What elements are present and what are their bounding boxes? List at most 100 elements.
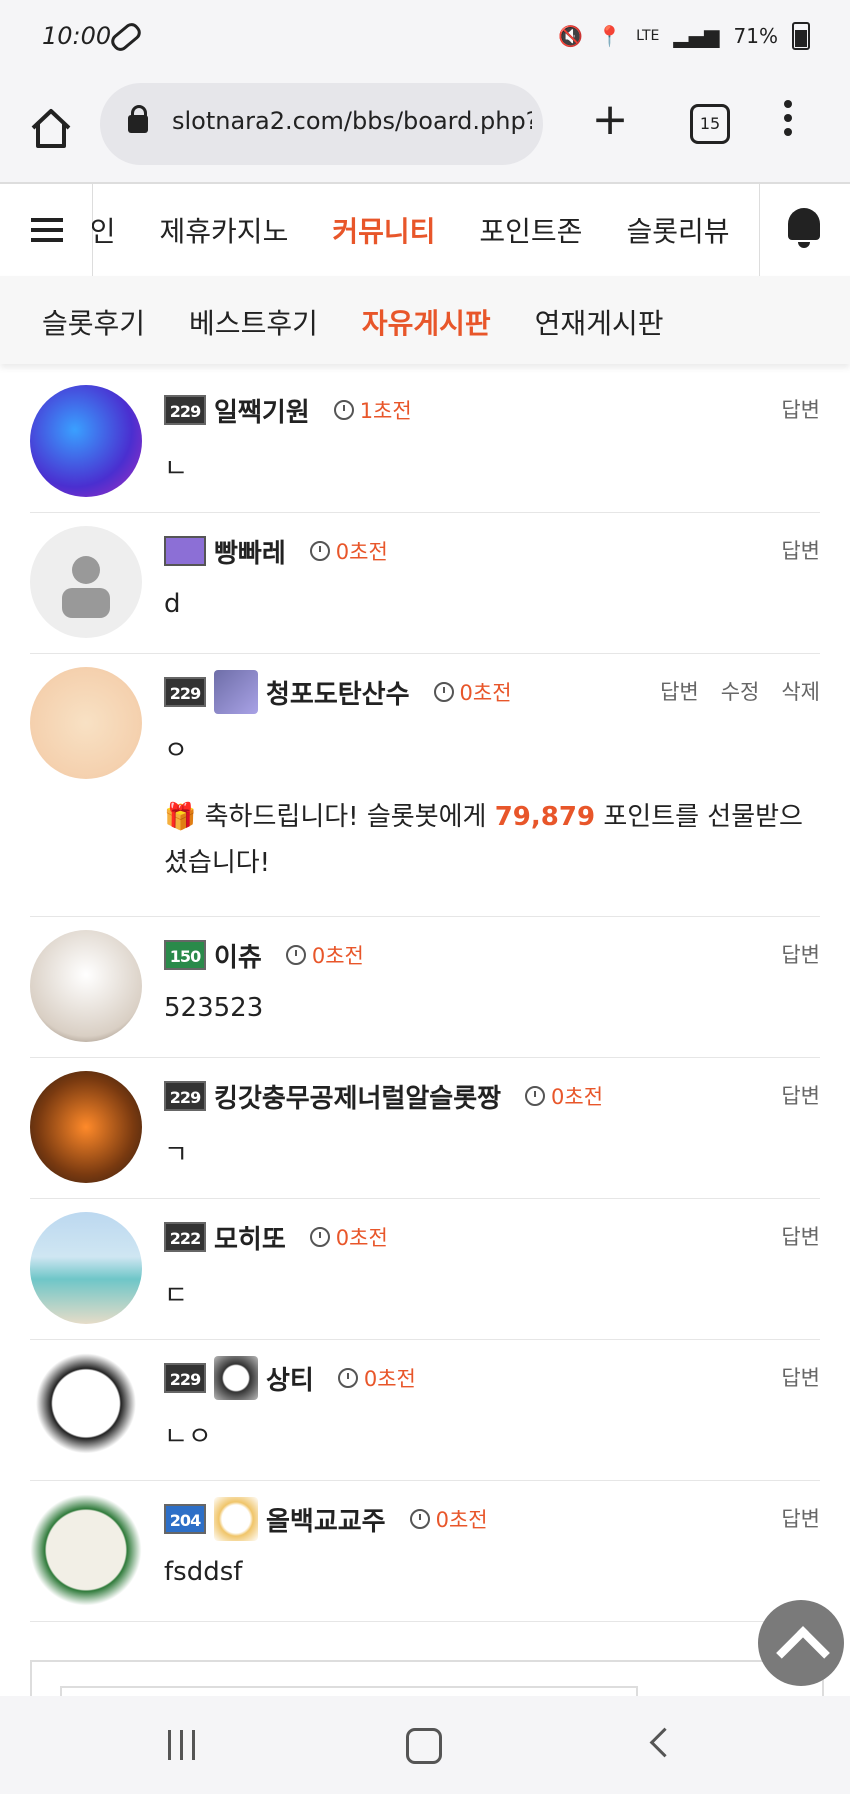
nickname[interactable]: 상티 xyxy=(266,1360,314,1397)
avatar[interactable] xyxy=(30,667,142,779)
gift-text-prefix: 축하드립니다! 슬롯봇에게 xyxy=(204,802,495,832)
level-badge: 204 xyxy=(164,1504,206,1534)
secondary-nav-item[interactable]: 슬롯후기 xyxy=(42,302,145,342)
comment-text: d xyxy=(164,589,181,619)
comment-text: ㄷ xyxy=(164,1281,188,1311)
comment-actions: 답변 xyxy=(781,1362,820,1392)
comment-action-button[interactable]: 답변 xyxy=(781,1503,820,1533)
timestamp-text: 0초전 xyxy=(551,1085,604,1109)
member-icon xyxy=(214,670,258,714)
clock-time: 10:00 xyxy=(42,22,112,50)
tab-switcher-button[interactable]: 15 xyxy=(690,104,730,144)
comment-action-button[interactable]: 답변 xyxy=(781,939,820,969)
new-tab-button[interactable]: + xyxy=(590,98,630,142)
notification-bell-icon[interactable] xyxy=(759,184,850,276)
comment-action-button[interactable]: 답변 xyxy=(660,676,699,706)
clock-icon xyxy=(309,1227,330,1247)
comment-action-button[interactable]: 답변 xyxy=(781,394,820,424)
secondary-nav: 슬롯후기 베스트후기 자유게시판 연재게시판 xyxy=(0,276,850,364)
comment-actions: 답변 xyxy=(781,535,820,565)
nickname[interactable]: 빵빠레 xyxy=(214,533,286,570)
comment-row: 답변 150 이츄 0초전 523523 xyxy=(30,917,820,1058)
back-icon[interactable] xyxy=(649,1727,680,1758)
status-icons: 🔇 📍 LTE ▂▄▆ 71% xyxy=(558,22,810,50)
secondary-nav-item[interactable]: 자유게시판 xyxy=(362,302,491,342)
comment-text: fsddsf xyxy=(164,1557,243,1587)
comment-row: 답변 수정 삭제 229 청포도탄산수 0초전 ㅇ 🎁 축하드립니다! 슬롯봇에게 79,87… xyxy=(30,654,820,917)
clock-icon xyxy=(337,1368,358,1388)
comment-action-button[interactable]: 삭제 xyxy=(781,676,820,706)
comment-row: 답변 229 일짹기원 1초전 ㄴ xyxy=(30,372,820,513)
avatar[interactable] xyxy=(30,385,142,497)
comment-row: 답변 229 상티 0초전 ㄴㅇ xyxy=(30,1340,820,1481)
timestamp: 0초전 xyxy=(285,940,364,970)
comment-actions: 답변 xyxy=(781,394,820,424)
nickname[interactable]: 올백교교주 xyxy=(266,1501,386,1538)
primary-nav-item[interactable]: 슬롯리뷰 xyxy=(626,210,729,250)
nickname[interactable]: 일짹기원 xyxy=(214,392,310,429)
hamburger-menu-icon[interactable] xyxy=(0,184,93,276)
avatar[interactable] xyxy=(30,930,142,1042)
mute-icon: 🔇 xyxy=(558,24,584,48)
url-text[interactable]: slotnara2.com/bbs/board.php? xyxy=(172,107,532,135)
comment-row: 답변 222 모히또 0초전 ㄷ xyxy=(30,1199,820,1340)
member-icon xyxy=(214,1497,258,1541)
timestamp-text: 0초전 xyxy=(363,1367,416,1391)
home-square-icon[interactable] xyxy=(406,1728,442,1764)
avatar[interactable] xyxy=(30,1353,142,1465)
comment-row: 답변 빵빠레 0초전 d xyxy=(30,513,820,654)
comment-action-button[interactable]: 수정 xyxy=(721,676,760,706)
timestamp: 1초전 xyxy=(333,395,412,425)
browser-toolbar: slotnara2.com/bbs/board.php? + 15 xyxy=(0,80,850,182)
battery-percent: 71% xyxy=(733,24,778,48)
more-menu-icon[interactable] xyxy=(782,100,794,144)
comment-action-button[interactable]: 답변 xyxy=(781,1080,820,1110)
comment-action-button[interactable]: 답변 xyxy=(781,1221,820,1251)
comment-text: 523523 xyxy=(164,993,264,1023)
nickname[interactable]: 청포도탄산수 xyxy=(266,674,410,711)
address-bar[interactable]: slotnara2.com/bbs/board.php? xyxy=(100,83,543,165)
clock-icon xyxy=(285,945,306,965)
avatar[interactable] xyxy=(30,1212,142,1324)
comment-actions: 답변 수정 삭제 xyxy=(660,676,820,706)
level-badge xyxy=(164,536,206,566)
timestamp: 0초전 xyxy=(309,536,388,566)
timestamp: 0초전 xyxy=(337,1363,416,1393)
timestamp-text: 0초전 xyxy=(435,1508,488,1532)
nickname[interactable]: 모히또 xyxy=(214,1219,286,1256)
primary-nav: 메인 제휴카지노 커뮤니티 포인트존 슬롯리뷰 xyxy=(0,182,850,278)
recent-apps-icon[interactable] xyxy=(168,1730,200,1760)
timestamp-text: 1초전 xyxy=(359,399,412,423)
nickname[interactable]: 킹갓충무공제너럴알슬롯짱 xyxy=(214,1078,501,1115)
comment-action-button[interactable]: 답변 xyxy=(781,1362,820,1392)
gift-icon: 🎁 xyxy=(164,802,205,832)
clock-icon xyxy=(309,541,330,561)
home-icon[interactable] xyxy=(28,106,74,152)
comment-actions: 답변 xyxy=(781,939,820,969)
avatar[interactable] xyxy=(30,1494,142,1606)
comment-text: ㅇ xyxy=(164,736,188,766)
primary-nav-item[interactable]: 메인 xyxy=(92,210,116,250)
location-icon: 📍 xyxy=(597,24,623,48)
secondary-nav-item[interactable]: 연재게시판 xyxy=(535,302,664,342)
scroll-to-top-button[interactable] xyxy=(758,1600,844,1686)
comment-action-button[interactable]: 답변 xyxy=(781,535,820,565)
avatar[interactable] xyxy=(30,526,142,638)
primary-nav-item[interactable]: 커뮤니티 xyxy=(332,210,435,250)
nickname[interactable]: 이츄 xyxy=(214,937,262,974)
lock-icon xyxy=(128,105,148,133)
comment-text: ㄴㅇ xyxy=(164,1422,212,1452)
timestamp: 0초전 xyxy=(309,1222,388,1252)
timestamp-text: 0초전 xyxy=(335,1226,388,1250)
level-badge: 150 xyxy=(164,940,206,970)
primary-nav-item[interactable]: 제휴카지노 xyxy=(160,210,289,250)
avatar[interactable] xyxy=(30,1071,142,1183)
comment-row: 답변 229 킹갓충무공제너럴알슬롯짱 0초전 ㄱ xyxy=(30,1058,820,1199)
level-badge: 229 xyxy=(164,1081,206,1111)
level-badge: 229 xyxy=(164,1363,206,1393)
primary-nav-item[interactable]: 포인트존 xyxy=(479,210,582,250)
secondary-nav-item[interactable]: 베스트후기 xyxy=(189,302,318,342)
pill-icon xyxy=(107,19,145,55)
comment-actions: 답변 xyxy=(781,1080,820,1110)
battery-icon xyxy=(792,22,810,50)
